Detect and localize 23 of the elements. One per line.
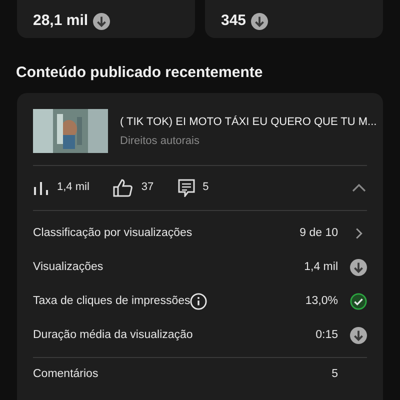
stat-count: 1,4 mil [57, 180, 90, 196]
card-value: 28,1 mil [33, 10, 88, 31]
chevron-up-icon[interactable] [351, 182, 367, 192]
metric-label: Classificação por visualizações [33, 226, 192, 241]
video-subtitle: Direitos autorais [120, 134, 200, 149]
metric-value: 9 de 10 [300, 226, 338, 241]
metric-value: 5 [332, 366, 338, 382]
metric-label: Duração média da visualização [33, 328, 193, 343]
metric-label: Taxa de cliques de impressões [33, 294, 190, 309]
info-icon[interactable] [190, 293, 208, 310]
comment-icon [178, 178, 195, 196]
stat-count: 5 [202, 180, 209, 196]
card-value: 345 [221, 10, 246, 31]
bar-chart-icon [33, 180, 49, 194]
metric-value: 13,0% [305, 294, 338, 309]
metric-value: 0:15 [316, 328, 338, 343]
thumbs-up-icon [113, 178, 134, 196]
stat-count: 37 [141, 180, 154, 196]
metric-value: 1,4 mil [304, 260, 338, 275]
section-title: Conteúdo publicado recentemente [15, 63, 264, 83]
video-title: ( TIK TOK) EI MOTO TÁXI EU QUERO QUE TU M... [120, 114, 377, 130]
metric-label: Comentários [33, 366, 98, 382]
metric-label: Visualizações [33, 260, 104, 275]
